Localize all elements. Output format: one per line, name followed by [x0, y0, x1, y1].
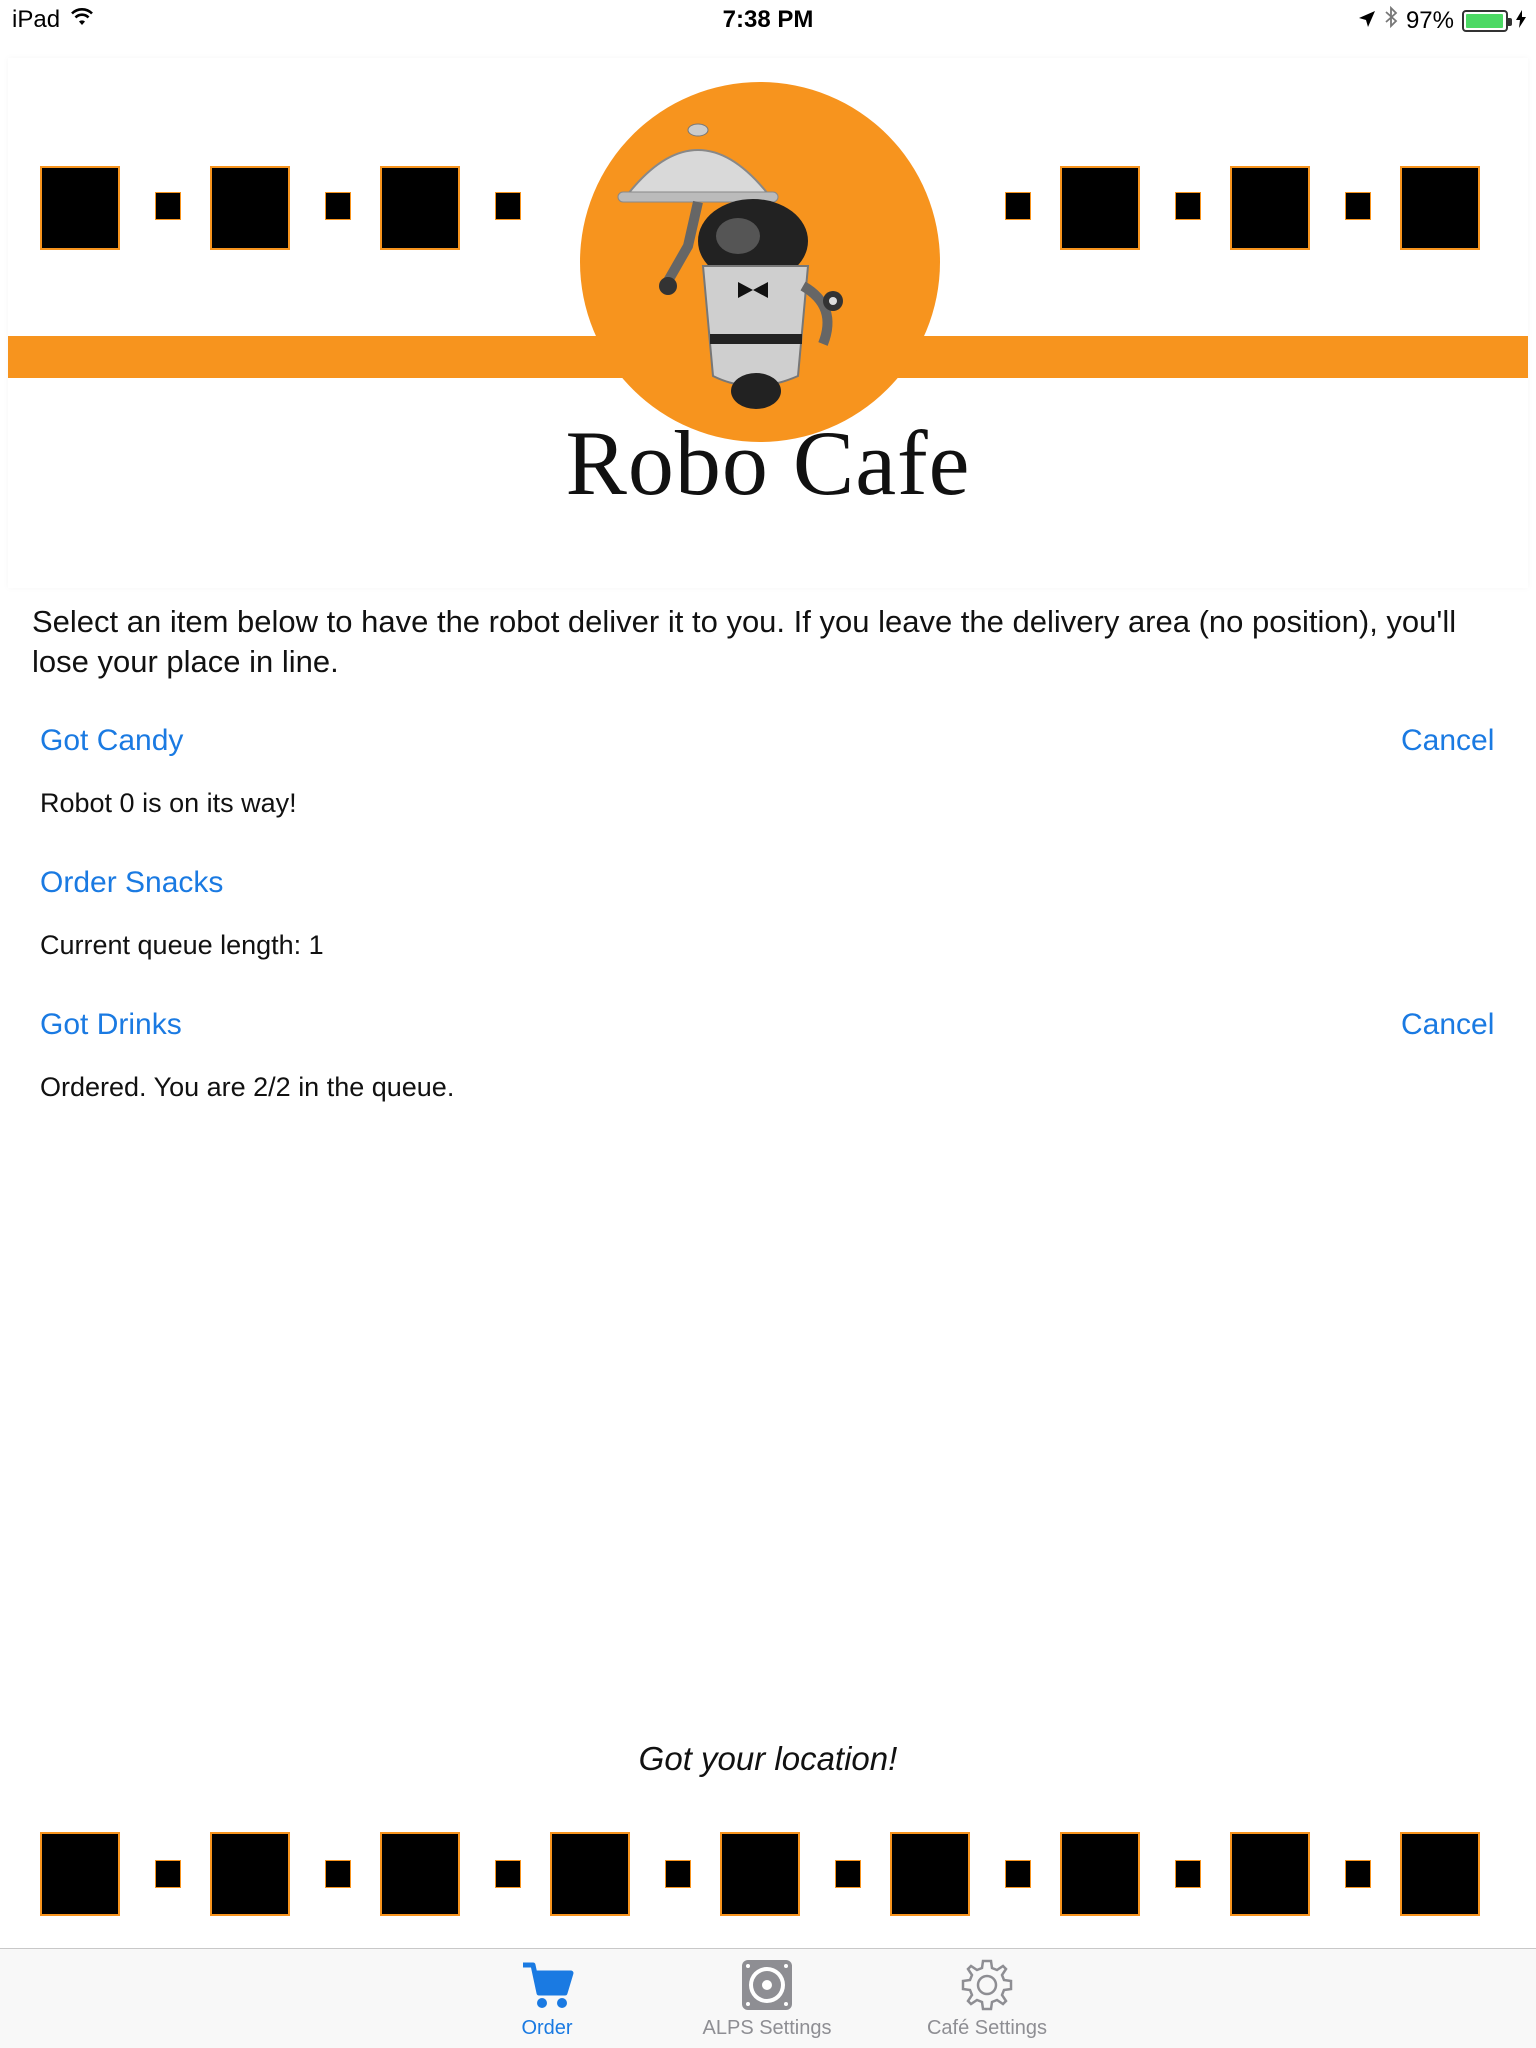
decor-tile-small — [1005, 192, 1031, 220]
decor-tile-large — [40, 166, 120, 250]
cart-icon — [523, 1962, 574, 2008]
candy-status: Robot 0 is on its way! — [40, 788, 297, 818]
decor-tile-small — [325, 1860, 351, 1888]
instructions-text: Select an item below to have the robot d… — [32, 604, 1457, 679]
decor-tile-small — [1175, 192, 1201, 220]
decor-tile-large — [1230, 166, 1310, 250]
decor-tile-large — [1060, 1832, 1140, 1916]
battery-percent: 97% — [1405, 6, 1454, 34]
decor-tile-small — [665, 1860, 691, 1888]
header-banner: Robo Cafe — [8, 58, 1528, 588]
tab-alps-label: ALPS Settings — [702, 2017, 832, 2039]
decor-tile-large — [40, 1832, 120, 1916]
status-bar: iPad 7:38 PM 97% — [0, 0, 1536, 40]
order-candy-button[interactable]: Got Candy — [40, 724, 183, 758]
decor-tile-large — [1400, 1832, 1480, 1916]
location-message: Got your location! — [638, 1740, 898, 1777]
logo-title: Robo Cafe — [565, 412, 971, 514]
decor-tile-small — [1005, 1860, 1031, 1888]
decor-tile-small — [155, 192, 181, 220]
tab-bar: Order ALPS Settings Café Settings — [0, 1948, 1536, 2048]
decor-tile-small — [1175, 1860, 1201, 1888]
decor-tile-small — [495, 1860, 521, 1888]
order-drinks-button[interactable]: Got Drinks — [40, 1008, 182, 1042]
gear-icon — [961, 1959, 1013, 2011]
decor-tile-small — [325, 192, 351, 220]
decor-tile-small — [1345, 1860, 1371, 1888]
order-snacks-button[interactable]: Order Snacks — [40, 866, 223, 900]
battery-fill — [1466, 13, 1503, 28]
footer-banner — [8, 1802, 1528, 1942]
location-arrow-icon — [1358, 7, 1376, 35]
decor-tile-small — [155, 1860, 181, 1888]
status-right: 97% — [1358, 5, 1526, 35]
tab-cafe-settings[interactable]: Café Settings — [887, 1957, 1087, 2040]
decor-tile-large — [210, 166, 290, 250]
bluetooth-icon — [1384, 5, 1398, 35]
tab-alps-settings[interactable]: ALPS Settings — [667, 1957, 867, 2040]
decor-tile-large — [1400, 166, 1480, 250]
decor-tile-large — [380, 166, 460, 250]
decor-tile-large — [210, 1832, 290, 1916]
charging-icon — [1516, 7, 1526, 35]
decor-tile-large — [890, 1832, 970, 1916]
status-time: 7:38 PM — [722, 6, 814, 33]
speaker-icon — [742, 1960, 792, 2010]
decor-tile-large — [720, 1832, 800, 1916]
drinks-status: Ordered. You are 2/2 in the queue. — [40, 1072, 455, 1102]
decor-tile-large — [380, 1832, 460, 1916]
decor-tile-large — [550, 1832, 630, 1916]
robot-waiter-image — [617, 123, 843, 409]
cancel-drinks-button[interactable]: Cancel — [1401, 1008, 1494, 1042]
decor-tile-small — [495, 192, 521, 220]
cancel-candy-button[interactable]: Cancel — [1401, 724, 1494, 758]
tab-order-label: Order — [521, 2017, 573, 2039]
decor-tile-small — [835, 1860, 861, 1888]
tab-order[interactable]: Order — [447, 1957, 647, 2040]
snacks-status: Current queue length: 1 — [40, 930, 324, 960]
decor-tile-large — [1060, 166, 1140, 250]
decor-tile-large — [1230, 1832, 1310, 1916]
decor-tile-small — [1345, 192, 1371, 220]
tab-cafe-label: Café Settings — [926, 2017, 1048, 2039]
battery-icon — [1462, 9, 1512, 32]
